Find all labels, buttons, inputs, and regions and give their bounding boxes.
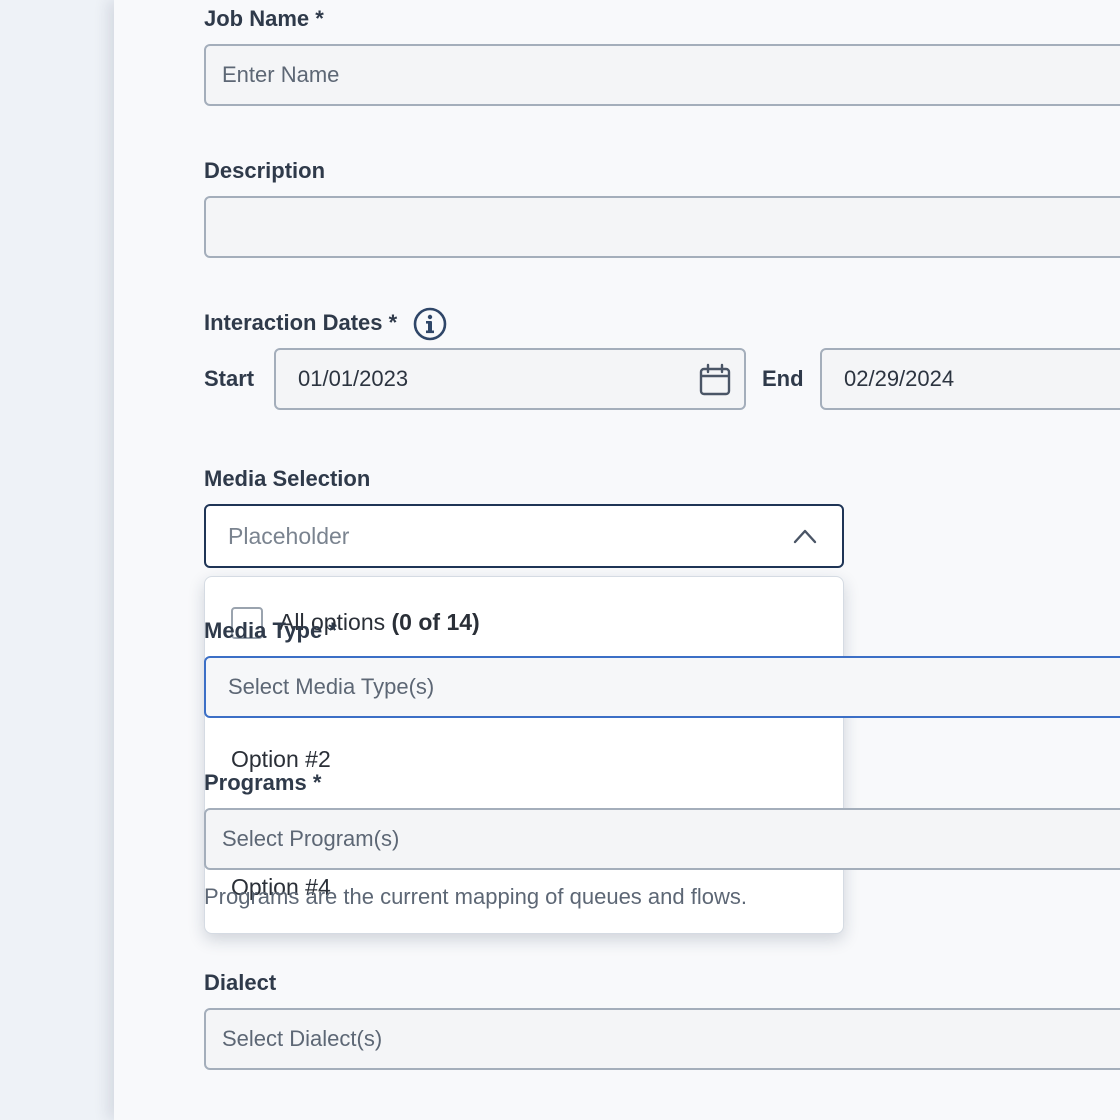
dialect-placeholder: Select Dialect(s)	[222, 1026, 383, 1051]
programs-select[interactable]: Select Program(s)	[204, 808, 1120, 870]
chevron-up-icon[interactable]	[792, 526, 818, 546]
media-selection-label: Media Selection	[204, 466, 371, 491]
programs-helper-text: Programs are the current mapping of queu…	[204, 884, 747, 909]
calendar-icon[interactable]	[698, 363, 732, 397]
interaction-dates-label: Interaction Dates *	[204, 310, 398, 335]
start-date-value: 01/01/2023	[298, 366, 409, 391]
start-date-input[interactable]: 01/01/2023	[274, 348, 746, 410]
description-input[interactable]	[204, 196, 1120, 258]
media-type-placeholder: Select Media Type(s)	[228, 674, 435, 699]
media-selection-placeholder: Placeholder	[228, 522, 350, 549]
description-label: Description	[204, 158, 326, 183]
dialect-select[interactable]: Select Dialect(s)	[204, 1008, 1120, 1070]
start-date-label: Start	[204, 366, 255, 391]
end-date-value: 02/29/2024	[844, 366, 955, 391]
left-rail	[0, 0, 114, 1120]
job-name-label: Job Name *	[204, 6, 324, 31]
programs-label: Programs *	[204, 770, 322, 795]
all-options-count: (0 of 14)	[391, 609, 480, 635]
media-type-select[interactable]: Select Media Type(s)	[204, 656, 1120, 718]
end-date-label: End	[762, 366, 804, 391]
job-name-input[interactable]: Enter Name	[204, 44, 1120, 106]
media-type-label: Media Type *	[204, 618, 337, 643]
programs-placeholder: Select Program(s)	[222, 826, 400, 851]
dialect-label: Dialect	[204, 970, 277, 995]
menu-option[interactable]: Option #2	[231, 746, 331, 773]
job-name-placeholder: Enter Name	[222, 62, 340, 87]
info-icon[interactable]	[413, 307, 447, 341]
media-selection-dropdown[interactable]: Placeholder	[204, 504, 844, 568]
end-date-input[interactable]: 02/29/2024	[820, 348, 1120, 410]
